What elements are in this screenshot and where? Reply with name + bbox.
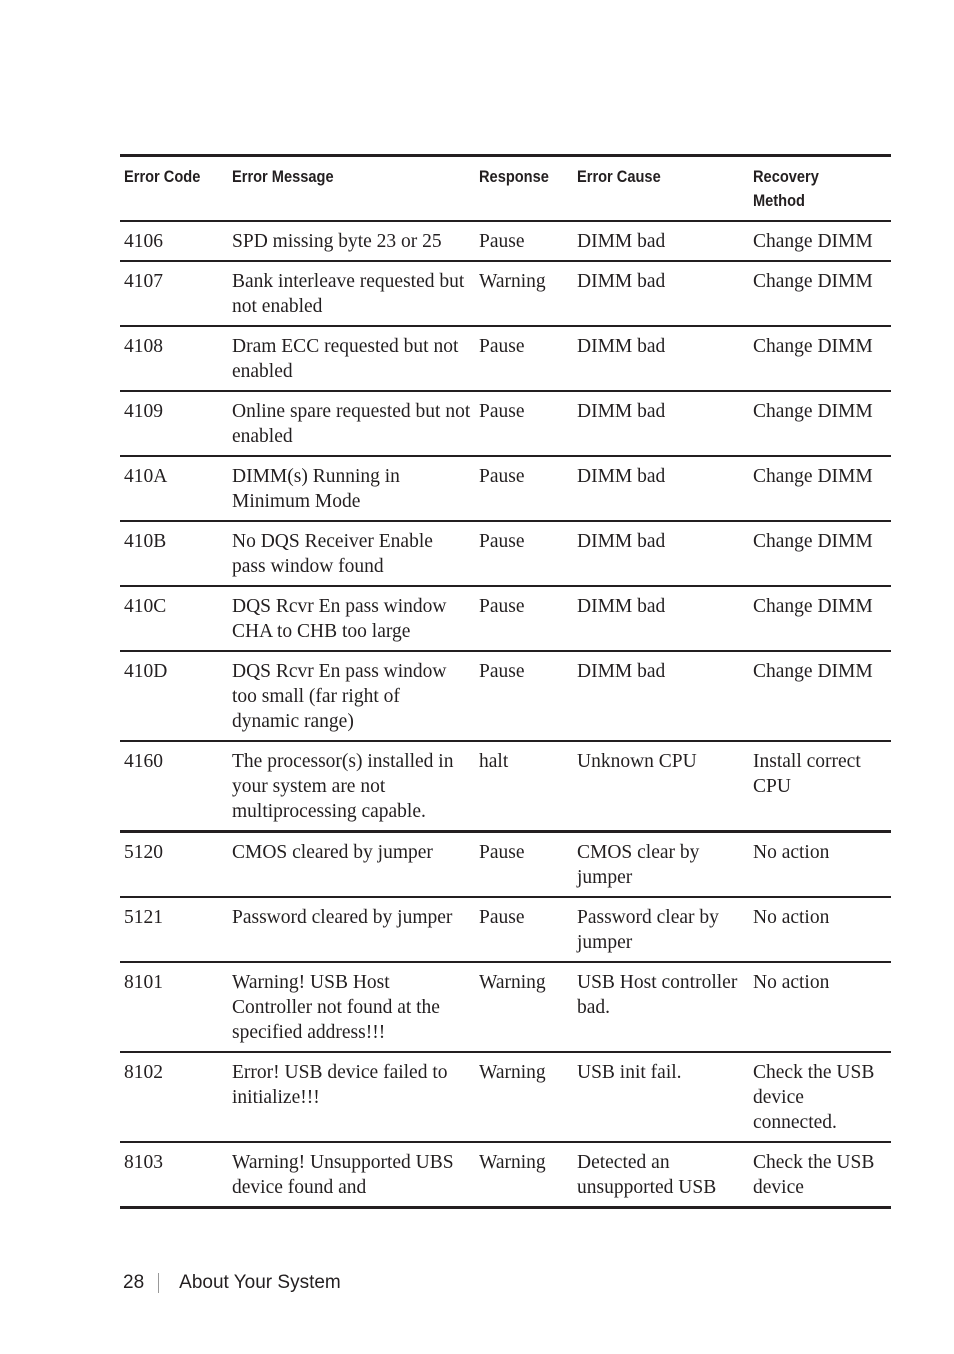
cell-response: Warning	[475, 261, 573, 327]
cell-response: Warning	[475, 962, 573, 1053]
table-header-row: Error Code Error Message Response Error …	[120, 154, 891, 222]
page-number: 28	[123, 1272, 145, 1293]
cell-recovery-method: Check the USB device	[749, 1142, 891, 1209]
section-title: About Your System	[179, 1272, 341, 1293]
cell-recovery-method: Change DIMM	[749, 261, 891, 327]
cell-recovery-method: Change DIMM	[749, 326, 891, 392]
table-row: 410C DQS Rcvr En pass window CHA to CHB t…	[120, 586, 891, 652]
cell-error-message: Bank interleave requested but not enable…	[228, 261, 475, 327]
cell-error-code: 4160	[120, 741, 228, 833]
cell-response: Pause	[475, 897, 573, 963]
cell-error-cause: Password clear by jumper	[573, 897, 749, 963]
table-row: 4109 Online spare requested but not enabl…	[120, 391, 891, 457]
cell-response: Pause	[475, 521, 573, 587]
table-row: 8102 Error! USB device failed to initiali…	[120, 1052, 891, 1143]
table-row: 410B No DQS Receiver Enable pass window f…	[120, 521, 891, 587]
cell-recovery-method: Change DIMM	[749, 391, 891, 457]
cell-error-message: The processor(s) installed in your syste…	[228, 741, 475, 833]
cell-error-code: 4109	[120, 391, 228, 457]
cell-response: Pause	[475, 651, 573, 742]
cell-error-message: Dram ECC requested but not enabled	[228, 326, 475, 392]
cell-error-message: DQS Rcvr En pass window CHA to CHB too l…	[228, 586, 475, 652]
cell-error-message: Error! USB device failed to initialize!!…	[228, 1052, 475, 1143]
cell-error-cause: Unknown CPU	[573, 741, 749, 833]
cell-recovery-method: Check the USB device connected.	[749, 1052, 891, 1143]
cell-error-cause: DIMM bad	[573, 261, 749, 327]
cell-response: Pause	[475, 586, 573, 652]
table-row: 410A DIMM(s) Running in Minimum Mode Pause…	[120, 456, 891, 522]
cell-error-code: 8103	[120, 1142, 228, 1209]
error-code-table: Error Code Error Message Response Error …	[120, 154, 891, 1209]
header-error-cause: Error Cause	[573, 154, 749, 222]
cell-error-cause: CMOS clear by jumper	[573, 831, 749, 898]
cell-error-message: SPD missing byte 23 or 25	[228, 221, 475, 262]
cell-recovery-method: No action	[749, 831, 891, 898]
cell-recovery-method: Change DIMM	[749, 221, 891, 262]
cell-error-code: 410A	[120, 456, 228, 522]
cell-error-cause: Detected an unsupported USB	[573, 1142, 749, 1209]
header-error-code: Error Code	[120, 154, 228, 222]
footer-divider	[158, 1273, 160, 1293]
cell-error-code: 4108	[120, 326, 228, 392]
cell-recovery-method: Change DIMM	[749, 586, 891, 652]
cell-error-message: Warning! Unsupported UBS device found an…	[228, 1142, 475, 1209]
cell-error-cause: DIMM bad	[573, 326, 749, 392]
cell-error-code: 410C	[120, 586, 228, 652]
cell-recovery-method: Change DIMM	[749, 521, 891, 587]
cell-error-code: 5121	[120, 897, 228, 963]
table-row: 8101 Warning! USB Host Controller not fou…	[120, 962, 891, 1053]
cell-error-code: 410B	[120, 521, 228, 587]
header-response: Response	[475, 154, 573, 222]
page-footer: 28 About Your System	[123, 1272, 341, 1294]
cell-error-cause: DIMM bad	[573, 221, 749, 262]
cell-error-code: 410D	[120, 651, 228, 742]
cell-error-cause: DIMM bad	[573, 456, 749, 522]
cell-error-code: 8102	[120, 1052, 228, 1143]
cell-error-message: DQS Rcvr En pass window too small (far r…	[228, 651, 475, 742]
cell-recovery-method: No action	[749, 897, 891, 963]
cell-error-message: CMOS cleared by jumper	[228, 831, 475, 898]
cell-error-cause: DIMM bad	[573, 391, 749, 457]
table-row: 5121 Password cleared by jumper Pause Passw…	[120, 897, 891, 963]
cell-recovery-method: Install correct CPU	[749, 741, 891, 833]
table-row: 8103 Warning! Unsupported UBS device foun…	[120, 1142, 891, 1209]
cell-response: Warning	[475, 1052, 573, 1143]
table-row: 4107 Bank interleave requested but not en…	[120, 261, 891, 327]
cell-response: Warning	[475, 1142, 573, 1209]
table-row: 5120 CMOS cleared by jumper Pause CMOS clea…	[120, 831, 891, 898]
header-error-message: Error Message	[228, 154, 475, 222]
cell-error-code: 4106	[120, 221, 228, 262]
cell-recovery-method: Change DIMM	[749, 456, 891, 522]
cell-error-cause: USB init fail.	[573, 1052, 749, 1143]
cell-error-code: 5120	[120, 831, 228, 898]
table-row: 410D DQS Rcvr En pass window too small (f…	[120, 651, 891, 742]
cell-recovery-method: No action	[749, 962, 891, 1053]
table-row: 4160 The processor(s) installed in your s…	[120, 741, 891, 833]
cell-error-message: DIMM(s) Running in Minimum Mode	[228, 456, 475, 522]
cell-recovery-method: Change DIMM	[749, 651, 891, 742]
cell-response: Pause	[475, 391, 573, 457]
cell-error-message: Password cleared by jumper	[228, 897, 475, 963]
cell-error-code: 8101	[120, 962, 228, 1053]
cell-response: halt	[475, 741, 573, 833]
table-row: 4106 SPD missing byte 23 or 25 Pause DIMM b…	[120, 221, 891, 262]
table-row: 4108 Dram ECC requested but not enabled Pa…	[120, 326, 891, 392]
cell-error-message: No DQS Receiver Enable pass window found	[228, 521, 475, 587]
cell-response: Pause	[475, 456, 573, 522]
cell-response: Pause	[475, 831, 573, 898]
cell-error-cause: USB Host controller bad.	[573, 962, 749, 1053]
cell-error-cause: DIMM bad	[573, 586, 749, 652]
cell-error-code: 4107	[120, 261, 228, 327]
cell-error-message: Online spare requested but not enabled	[228, 391, 475, 457]
cell-response: Pause	[475, 221, 573, 262]
cell-response: Pause	[475, 326, 573, 392]
cell-error-cause: DIMM bad	[573, 651, 749, 742]
cell-error-cause: DIMM bad	[573, 521, 749, 587]
cell-error-message: Warning! USB Host Controller not found a…	[228, 962, 475, 1053]
header-recovery-method: Recovery Method	[749, 154, 891, 222]
